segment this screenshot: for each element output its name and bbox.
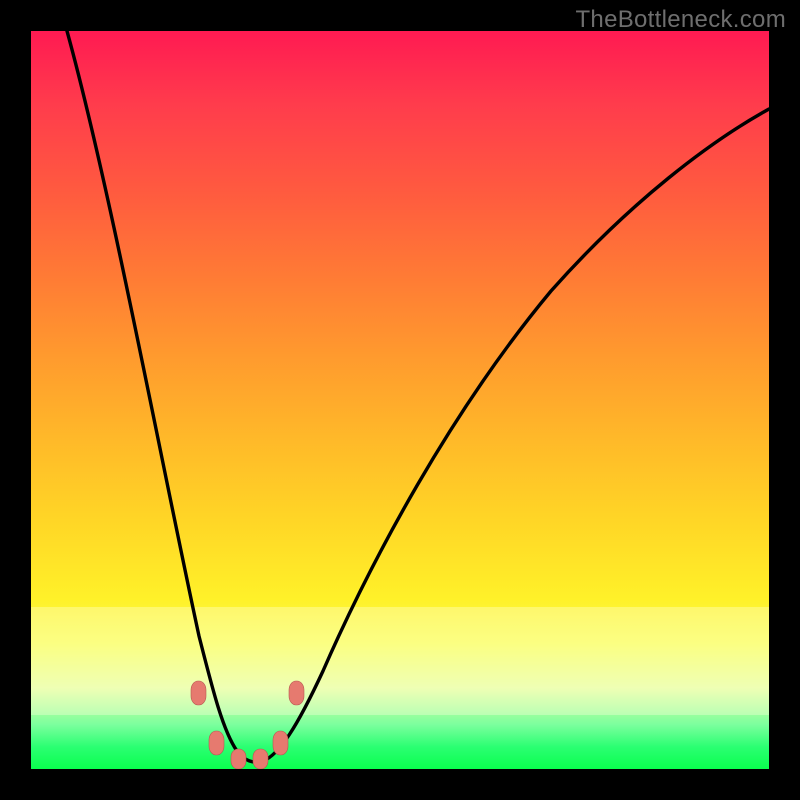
bead-bottom-1: [231, 749, 246, 769]
bead-left-lower: [209, 731, 224, 755]
curve-layer: [31, 31, 769, 769]
bead-right-upper: [289, 681, 304, 705]
bottleneck-curve: [67, 31, 769, 762]
plot-area: [31, 31, 769, 769]
bead-right-lower: [273, 731, 288, 755]
bead-group: [191, 681, 304, 769]
bead-left-upper: [191, 681, 206, 705]
watermark-text: TheBottleneck.com: [575, 6, 786, 34]
bead-bottom-2: [253, 749, 268, 769]
outer-frame: TheBottleneck.com: [0, 0, 800, 800]
